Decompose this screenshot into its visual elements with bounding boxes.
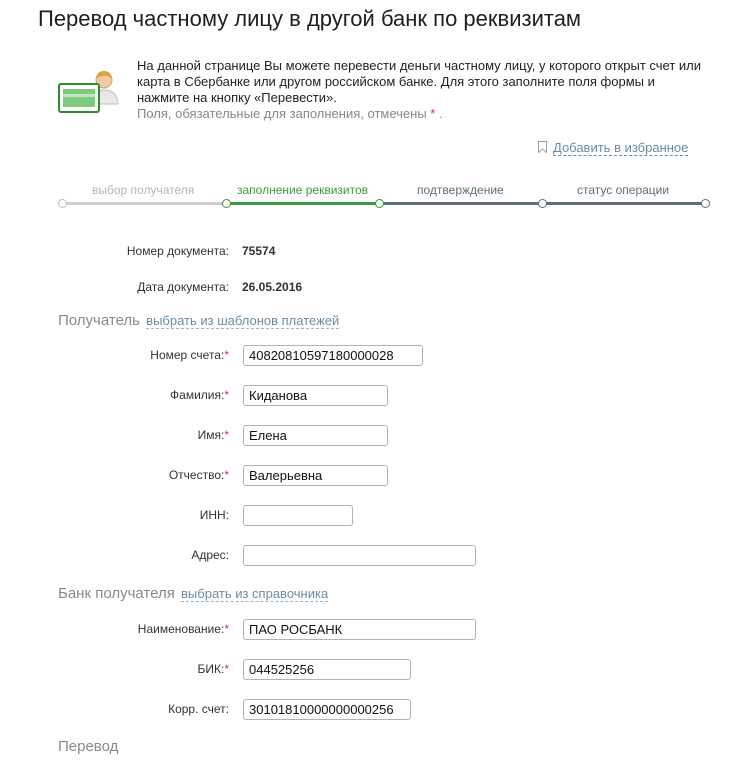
step-dot-2 <box>222 199 231 208</box>
choose-from-directory-link[interactable]: выбрать из справочника <box>181 586 329 602</box>
step-confirmation: подтверждение <box>417 183 504 197</box>
recipient-section-title: Получатель <box>58 312 140 329</box>
document-date-value: 26.05.2016 <box>242 280 303 294</box>
step-dot-4 <box>538 199 547 208</box>
bik-label: БИК:* <box>197 662 230 676</box>
address-label: Адрес: <box>191 548 229 562</box>
patronymic-label: Отчество:* <box>168 468 229 482</box>
step-track-active <box>226 202 379 205</box>
document-date-label: Дата документа: <box>137 280 229 294</box>
step-track-done <box>62 202 226 205</box>
card-transfer-icon <box>58 70 119 113</box>
step-dot-1 <box>58 199 67 208</box>
corr-account-input[interactable] <box>243 699 411 720</box>
step-operation-status: статус операции <box>577 183 670 197</box>
bank-name-label: Наименование:* <box>137 622 229 636</box>
name-input[interactable] <box>243 425 388 446</box>
account-label: Номер счета:* <box>150 348 229 362</box>
recipient-section-header: Получатель выбрать из шаблонов платежей <box>58 312 340 329</box>
patronymic-input[interactable] <box>243 465 388 486</box>
document-number-value: 75574 <box>242 244 276 258</box>
inn-input[interactable] <box>243 505 353 526</box>
surname-label: Фамилия:* <box>170 388 229 402</box>
surname-input[interactable] <box>243 385 388 406</box>
step-fill-details: заполнение реквизитов <box>237 183 369 197</box>
intro-description: На данной странице Вы можете перевести д… <box>137 58 702 105</box>
bik-input[interactable] <box>243 659 411 680</box>
bank-section-title: Банк получателя <box>58 585 175 602</box>
inn-label: ИНН: <box>199 508 229 522</box>
step-select-recipient: выбор получателя <box>92 183 195 197</box>
intro-text: На данной странице Вы можете перевести д… <box>137 58 707 122</box>
document-number-label: Номер документа: <box>126 244 229 258</box>
required-note: Поля, обязательные для заполнения, отмеч… <box>137 106 443 121</box>
step-dot-3 <box>375 199 384 208</box>
choose-template-link[interactable]: выбрать из шаблонов платежей <box>146 313 340 329</box>
page-title: Перевод частному лицу в другой банк по р… <box>38 6 582 31</box>
corr-account-label: Корр. счет: <box>168 702 229 716</box>
step-dot-5 <box>701 199 710 208</box>
account-number-input[interactable] <box>243 345 423 366</box>
required-mark: * <box>430 106 436 121</box>
bank-section-header: Банк получателя выбрать из справочника <box>58 585 329 602</box>
add-favorite-link[interactable]: Добавить в избранное <box>538 140 689 156</box>
bank-name-input[interactable] <box>243 619 476 640</box>
name-label: Имя:* <box>197 428 229 442</box>
transfer-section-title: Перевод <box>58 738 119 755</box>
bookmark-icon <box>538 141 547 153</box>
address-input[interactable] <box>243 545 476 566</box>
